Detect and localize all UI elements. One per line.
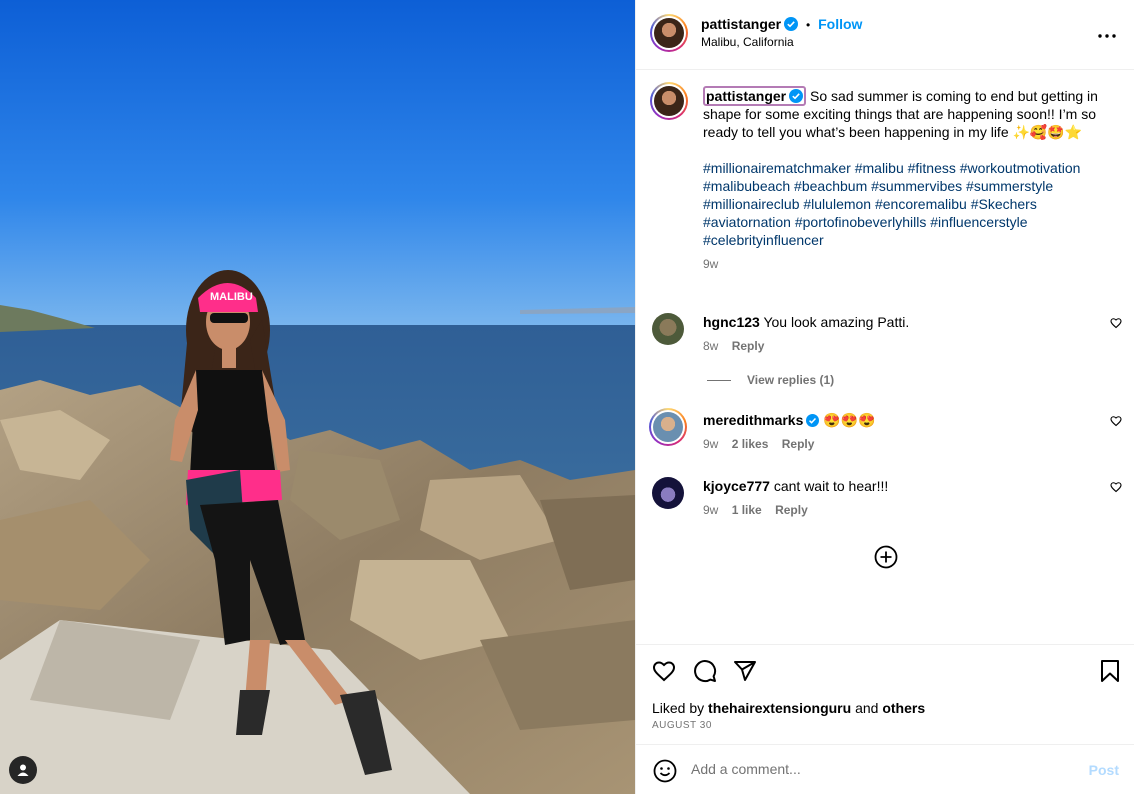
more-options-button[interactable]: [1095, 24, 1119, 48]
emoji-picker-icon[interactable]: [653, 759, 677, 783]
comment-likes[interactable]: 1 like: [732, 503, 762, 517]
like-comment-heart-icon[interactable]: [1110, 415, 1122, 427]
caption-hashtags[interactable]: #millionairematchmaker #malibu #fitness …: [703, 159, 1113, 249]
author-info: pattistanger • Follow Malibu, California: [701, 16, 862, 49]
user-icon: [17, 764, 29, 776]
commenter-username[interactable]: meredithmarks: [703, 412, 803, 428]
comment-bubble-icon[interactable]: [693, 659, 717, 683]
liked-by: Liked by thehairextensionguru and others: [652, 700, 925, 716]
follow-button[interactable]: Follow: [818, 16, 862, 32]
caption: pattistanger So sad summer is coming to …: [703, 86, 1113, 273]
author-username[interactable]: pattistanger: [701, 16, 781, 32]
comment-composer: Post: [636, 744, 1134, 794]
comment-text: 😍😍😍: [823, 412, 876, 428]
reply-button[interactable]: Reply: [732, 339, 765, 353]
verified-badge-icon: [784, 17, 799, 31]
comment-time[interactable]: 9w: [703, 437, 718, 451]
verified-badge-icon: [789, 89, 804, 103]
commenter-avatar[interactable]: [652, 313, 684, 345]
post-actions: Liked by thehairextensionguru and others…: [636, 644, 1134, 744]
view-replies-label[interactable]: View replies (1): [747, 373, 834, 387]
commenter-username[interactable]: hgnc123: [703, 314, 760, 330]
share-send-icon[interactable]: [733, 659, 757, 683]
verified-badge-icon: [806, 414, 820, 427]
like-comment-heart-icon[interactable]: [1110, 317, 1122, 329]
liked-by-user[interactable]: thehairextensionguru: [708, 700, 851, 716]
post-comment-button[interactable]: Post: [1089, 762, 1119, 778]
reply-button[interactable]: Reply: [782, 437, 815, 451]
commenter-username[interactable]: kjoyce777: [703, 478, 770, 494]
reply-button[interactable]: Reply: [775, 503, 808, 517]
save-bookmark-icon[interactable]: [1099, 659, 1121, 683]
comment-time[interactable]: 8w: [703, 339, 718, 353]
caption-username-box[interactable]: pattistanger: [703, 86, 807, 106]
author-avatar[interactable]: [650, 14, 688, 52]
comment-text: cant wait to hear!!!: [773, 478, 889, 494]
liked-by-and: and: [855, 700, 879, 716]
post-photo[interactable]: MALIBU: [0, 0, 635, 794]
post-location[interactable]: Malibu, California: [701, 35, 862, 49]
beach-photo-image: MALIBU: [0, 0, 635, 794]
comment-likes[interactable]: 2 likes: [732, 437, 769, 451]
caption-time[interactable]: 9w: [703, 255, 1113, 273]
caption-avatar[interactable]: [650, 82, 688, 120]
commenter-avatar[interactable]: [649, 408, 687, 446]
comment-text: You look amazing Patti.: [763, 314, 910, 330]
header-separator: •: [806, 18, 811, 32]
tagged-user-button[interactable]: [9, 756, 37, 784]
liked-by-others[interactable]: others: [882, 700, 925, 716]
liked-by-prefix: Liked by: [652, 700, 705, 716]
post-detail-panel: pattistanger • Follow Malibu, California…: [635, 0, 1134, 794]
post-header: pattistanger • Follow Malibu, California: [636, 0, 1134, 70]
comment-time[interactable]: 9w: [703, 503, 718, 517]
like-heart-icon[interactable]: [652, 659, 676, 683]
cap-text: MALIBU: [210, 291, 253, 303]
post-date[interactable]: AUGUST 30: [652, 720, 712, 731]
view-replies-button[interactable]: View replies (1): [707, 373, 834, 387]
load-more-comments-icon[interactable]: [874, 545, 898, 569]
comment-input[interactable]: [691, 761, 1071, 777]
caption-username[interactable]: pattistanger: [706, 88, 786, 104]
commenter-avatar[interactable]: [652, 477, 684, 509]
like-comment-heart-icon[interactable]: [1110, 481, 1122, 493]
more-icon: [1098, 34, 1116, 38]
